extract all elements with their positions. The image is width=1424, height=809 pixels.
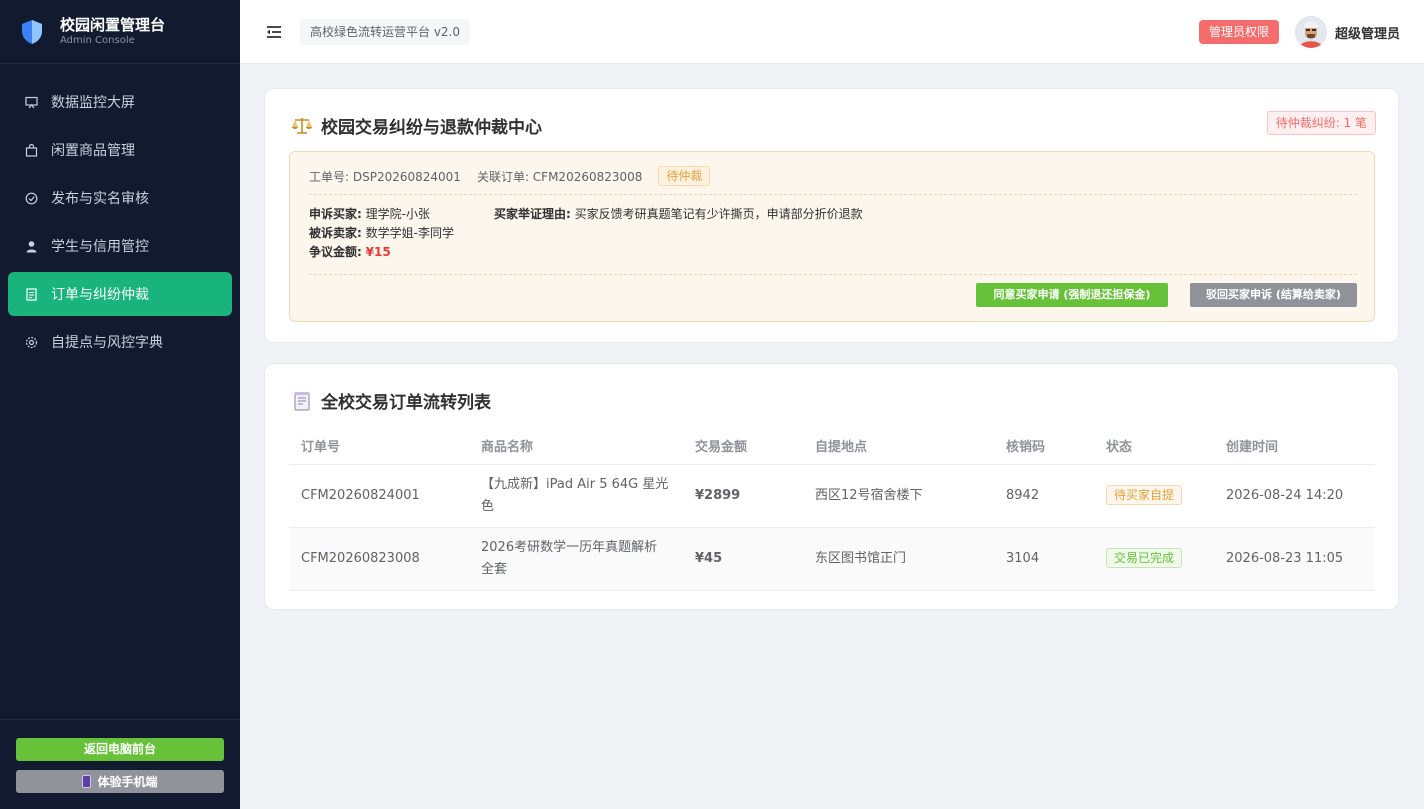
pickup-location: 东区图书馆正门	[803, 527, 994, 591]
document-icon	[24, 287, 38, 301]
order-amount: ¥2899	[683, 464, 803, 528]
verify-code: 3104	[994, 527, 1094, 591]
status-cell: 待买家自提	[1094, 464, 1214, 528]
mobile-preview-label: 体验手机端	[97, 775, 158, 789]
dispute-parties: 申诉买家: 理学院-小张 被诉卖家: 数学学姐-李同学 争议金额: ¥15	[309, 205, 454, 262]
sidebar-item-label: 订单与纠纷仲裁	[51, 287, 149, 303]
bag-icon	[24, 143, 38, 157]
brand-title: 校园闲置管理台	[60, 15, 166, 34]
seller-name: 数学学姐-李同学	[365, 226, 454, 240]
sidebar-item-label: 学生与信用管控	[51, 239, 149, 255]
pickup-location: 西区12号宿舍楼下	[803, 464, 994, 528]
orders-card: 全校交易订单流转列表 订单号 商品名称 交易金额 自提地点 核销码 状态 创建时…	[264, 363, 1399, 610]
product-name: 【九成新】iPad Air 5 64G 星光色	[469, 464, 683, 528]
menu-collapse-icon[interactable]	[266, 25, 282, 39]
top-header: 高校绿色流转运营平台 v2.0 管理员权限 超级管理员	[240, 0, 1424, 64]
check-circle-icon	[24, 191, 38, 205]
sidebar-item-label: 自提点与风控字典	[51, 335, 163, 351]
back-to-front-button[interactable]: 返回电脑前台	[16, 738, 224, 761]
dispute-case-header: 工单号: DSP20260824001 关联订单: CFM20260823008…	[309, 166, 711, 186]
column-header-code[interactable]: 核销码	[994, 427, 1094, 465]
order-number: CFM20260823008	[289, 527, 469, 591]
mobile-preview-button[interactable]: 体验手机端	[16, 770, 224, 793]
product-name: 2026考研数学一历年真题解析全套	[469, 527, 683, 591]
column-header-location[interactable]: 自提地点	[803, 427, 994, 465]
sidebar-item-monitor[interactable]: 数据监控大屏	[8, 80, 232, 124]
sidebar-item-label: 闲置商品管理	[51, 143, 135, 159]
approve-buyer-button[interactable]: 同意买家申请 (强制退还担保金)	[976, 283, 1168, 307]
avatar[interactable]	[1295, 16, 1327, 48]
reason-text: 买家反馈考研真题笔记有少许撕页，申请部分折价退款	[574, 207, 863, 221]
order-amount: ¥45	[683, 527, 803, 591]
gear-icon	[24, 335, 38, 349]
verify-code: 8942	[994, 464, 1094, 528]
platform-tag: 高校绿色流转运营平台 v2.0	[300, 19, 471, 45]
sidebar-item-pickup-dict[interactable]: 自提点与风控字典	[8, 320, 232, 364]
sidebar-item-orders[interactable]: 订单与纠纷仲裁	[8, 272, 232, 316]
divider	[309, 274, 1357, 275]
sidebar-footer: 返回电脑前台 体验手机端	[0, 719, 240, 809]
phone-icon	[82, 775, 92, 788]
created-time: 2026-08-24 14:20	[1214, 464, 1375, 528]
orders-title-text: 全校交易订单流转列表	[321, 393, 491, 413]
sidebar-item-label: 数据监控大屏	[51, 95, 135, 111]
dispute-center-title: 校园交易纠纷与退款仲裁中心	[291, 113, 542, 138]
created-time: 2026-08-23 11:05	[1214, 527, 1375, 591]
buyer-name: 理学院-小张	[365, 207, 430, 221]
reason-label: 买家举证理由:	[494, 207, 571, 221]
ticket-number: 工单号: DSP20260824001	[309, 169, 461, 184]
status-badge: 待仲裁	[658, 166, 711, 186]
disputed-amount: ¥15	[365, 245, 391, 259]
admin-role-badge: 管理员权限	[1199, 20, 1279, 44]
monitor-icon	[24, 95, 38, 109]
amount-label: 争议金额:	[309, 245, 362, 259]
related-order: 关联订单: CFM20260823008	[476, 169, 643, 184]
pending-dispute-count: 待仲裁纠纷: 1 笔	[1266, 111, 1376, 135]
column-header-status[interactable]: 状态	[1094, 427, 1214, 465]
buyer-evidence: 买家举证理由: 买家反馈考研真题笔记有少许撕页，申请部分折价退款	[494, 205, 863, 224]
status-cell: 交易已完成	[1094, 527, 1214, 591]
brand-subtitle: Admin Console	[60, 34, 135, 46]
sidebar-item-label: 发布与实名审核	[51, 191, 149, 207]
dispute-case: 工单号: DSP20260824001 关联订单: CFM20260823008…	[289, 151, 1375, 322]
notepad-icon	[294, 391, 310, 410]
column-header-created[interactable]: 创建时间	[1214, 427, 1375, 465]
brand: 校园闲置管理台 Admin Console	[0, 0, 240, 64]
order-number: CFM20260824001	[289, 464, 469, 528]
table-header-row: 订单号 商品名称 交易金额 自提地点 核销码 状态 创建时间	[289, 427, 1375, 465]
sidebar-menu: 数据监控大屏 闲置商品管理 发布与实名审核 学生与信用管控 订单与纠纷仲裁 自提…	[0, 64, 240, 364]
status-badge: 待买家自提	[1106, 484, 1183, 505]
column-header-product[interactable]: 商品名称	[469, 427, 683, 465]
column-header-order-no[interactable]: 订单号	[289, 427, 469, 465]
sidebar-item-students[interactable]: 学生与信用管控	[8, 224, 232, 268]
orders-title: 全校交易订单流转列表	[291, 388, 491, 413]
status-badge: 交易已完成	[1106, 547, 1183, 568]
user-icon	[24, 239, 38, 253]
user-name[interactable]: 超级管理员	[1335, 23, 1400, 42]
divider	[309, 194, 1357, 195]
sidebar-item-review[interactable]: 发布与实名审核	[8, 176, 232, 220]
orders-table: 订单号 商品名称 交易金额 自提地点 核销码 状态 创建时间 CFM202608…	[289, 427, 1375, 591]
sidebar-item-goods[interactable]: 闲置商品管理	[8, 128, 232, 172]
dispute-center-title-text: 校园交易纠纷与退款仲裁中心	[321, 118, 542, 138]
shield-logo-icon	[22, 19, 42, 44]
table-row[interactable]: CFM20260823008 2026考研数学一历年真题解析全套 ¥45 东区图…	[289, 527, 1375, 591]
table-row[interactable]: CFM20260824001 【九成新】iPad Air 5 64G 星光色 ¥…	[289, 464, 1375, 528]
column-header-amount[interactable]: 交易金额	[683, 427, 803, 465]
dispute-center-card: 校园交易纠纷与退款仲裁中心 待仲裁纠纷: 1 笔 工单号: DSP2026082…	[264, 88, 1399, 343]
reject-buyer-button[interactable]: 驳回买家申诉 (结算给卖家)	[1190, 283, 1357, 307]
scales-icon	[292, 117, 312, 134]
seller-label: 被诉卖家:	[309, 226, 362, 240]
sidebar: 校园闲置管理台 Admin Console 数据监控大屏 闲置商品管理 发布与实…	[0, 0, 240, 809]
buyer-label: 申诉买家:	[309, 207, 362, 221]
